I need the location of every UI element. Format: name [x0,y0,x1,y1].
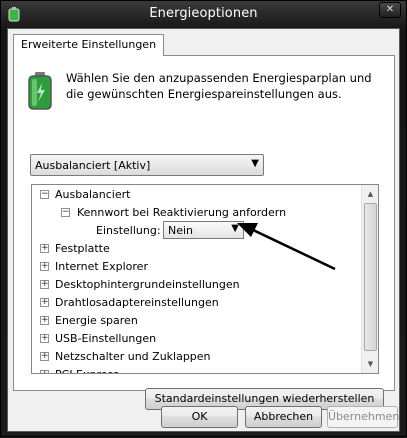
expand-icon[interactable]: + [40,334,49,343]
tree-item-label: Kennwort bei Reaktivierung anfordern [77,206,287,219]
tree-item-label: Drahtlosadaptereinstellungen [55,296,219,309]
tree-item-label: USB-Einstellungen [55,332,157,345]
tree-item-label: Netzschalter und Zuklappen [55,350,211,363]
collapse-icon[interactable]: − [40,190,49,199]
scrollbar-thumb[interactable] [364,203,377,351]
cancel-button[interactable]: Abbrechen [245,406,322,428]
tree-scrollbar[interactable]: ▲ ▼ [361,185,378,373]
expand-icon[interactable]: + [40,280,49,289]
close-button[interactable]: ✕ [379,2,401,18]
scroll-up-icon[interactable]: ▲ [364,187,377,201]
tree-item-label: PCI Express [55,366,119,373]
setting-value: Nein [168,224,194,237]
tab-advanced-settings[interactable]: Erweiterte Einstellungen [13,34,165,56]
settings-tree: − Ausbalanciert − Kennwort bei Reaktivie… [31,184,379,374]
intro-text: Wählen Sie den anzupassenden Energiespar… [66,71,372,101]
title-bar[interactable]: Energieoptionen ✕ [1,1,406,27]
ok-button[interactable]: OK [161,406,238,428]
power-options-window: Energieoptionen ✕ Erweiterte Einstellung… [0,0,407,437]
setting-value-select[interactable]: Nein ▼ [163,221,244,239]
chevron-down-icon: ▼ [251,158,259,169]
expand-icon[interactable]: + [40,352,49,361]
tree-item-label: Festplatte [55,242,110,255]
dialog-client-area: Erweiterte Einstellungen Wählen Sie den … [7,28,400,432]
scroll-down-icon[interactable]: ▼ [364,357,377,371]
power-plan-select[interactable]: Ausbalanciert [Aktiv] ▼ [30,154,264,176]
battery-icon [28,72,52,110]
setting-label: Einstellung: [96,224,161,237]
tab-panel: Wählen Sie den anzupassenden Energiespar… [13,55,395,410]
apply-button[interactable]: Übernehmen [327,406,399,428]
expand-icon[interactable]: + [40,370,49,373]
window-title: Energieoptionen [149,6,258,21]
tree-item-label: Ausbalanciert [55,188,131,201]
expand-icon[interactable]: + [40,244,49,253]
tree-item-label: Energie sparen [55,314,138,327]
expand-icon[interactable]: + [40,316,49,325]
tree-item-label: Desktophintergrundeinstellungen [55,278,240,291]
expand-icon[interactable]: + [40,262,49,271]
collapse-icon[interactable]: − [61,208,70,217]
expand-icon[interactable]: + [40,298,49,307]
chevron-down-icon: ▼ [231,223,239,234]
power-plan-value: Ausbalanciert [Aktiv] [35,159,151,172]
tree-item-label: Internet Explorer [55,260,148,273]
